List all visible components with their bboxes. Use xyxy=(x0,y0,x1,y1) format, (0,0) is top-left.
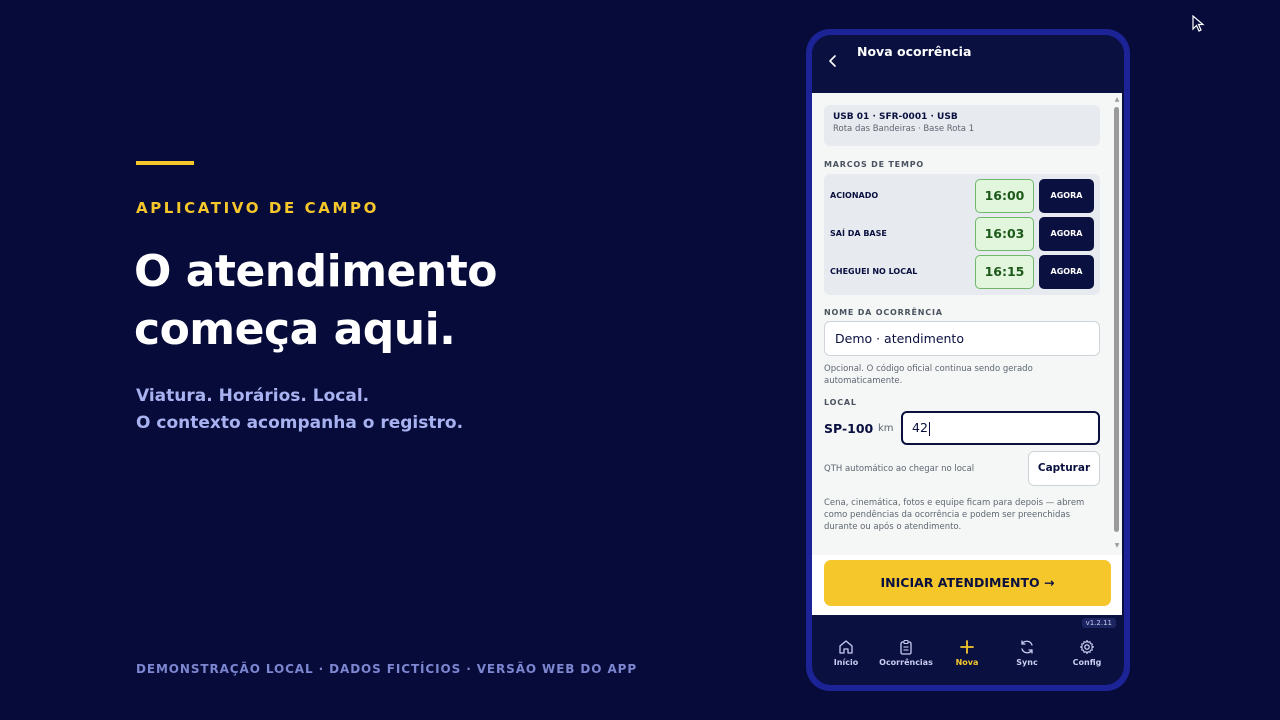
mouse-cursor-icon xyxy=(1192,15,1205,32)
phone-screen: Nova ocorrência ▲ ▼ USB 01 · SFR-0001 · … xyxy=(812,35,1124,685)
plus-icon xyxy=(960,640,974,654)
nav-item-nova[interactable]: Nova xyxy=(937,639,997,667)
back-arrow-icon[interactable] xyxy=(826,54,840,68)
location-section-label: LOCAL xyxy=(824,398,857,407)
text-caret xyxy=(928,421,930,436)
vehicle-route: Rota das Bandeiras · Base Rota 1 xyxy=(833,124,975,134)
subheadline-line-2: O contexto acompanha o registro. xyxy=(136,413,464,433)
screen-title: Nova ocorrência xyxy=(857,44,972,59)
version-badge: v1.2.11 xyxy=(1081,618,1116,628)
time-mark-label: CHEGUEI NO LOCAL xyxy=(830,267,918,276)
now-button[interactable]: AGORA xyxy=(1039,217,1094,251)
time-mark-value[interactable]: 16:03 xyxy=(975,217,1034,251)
nav-label: Início xyxy=(833,658,859,667)
time-mark-row: CHEGUEI NO LOCAL 16:15 AGORA xyxy=(824,254,1100,290)
vehicle-card: USB 01 · SFR-0001 · USB Rota das Bandeir… xyxy=(824,105,1100,146)
headline: O atendimento começa aqui. xyxy=(134,243,497,359)
clipboard-icon xyxy=(900,639,912,655)
now-button[interactable]: AGORA xyxy=(1039,255,1094,289)
nav-item-sync[interactable]: Sync xyxy=(997,639,1057,667)
sync-icon xyxy=(1021,640,1033,654)
scroll-thumb[interactable] xyxy=(1114,107,1119,532)
demo-disclaimer: DEMONSTRAÇÃO LOCAL · DADOS FICTÍCIOS · V… xyxy=(136,662,638,676)
capture-button[interactable]: Capturar xyxy=(1028,451,1100,486)
nav-label: Config xyxy=(1072,658,1102,667)
nav-label: Sync xyxy=(1016,658,1038,667)
nav-item-ocorrencias[interactable]: Ocorrências xyxy=(876,639,936,667)
km-input-value: 42 xyxy=(912,420,928,435)
occurrence-name-input[interactable]: Demo · atendimento xyxy=(824,321,1100,356)
headline-line-2: começa aqui. xyxy=(134,304,456,355)
time-mark-row: ACIONADO 16:00 AGORA xyxy=(824,178,1100,214)
app-header: Nova ocorrência xyxy=(812,35,1124,93)
time-mark-row: SAÍ DA BASE 16:03 AGORA xyxy=(824,216,1100,252)
vehicle-id: USB 01 · SFR-0001 · USB xyxy=(833,112,958,122)
time-marks-card: ACIONADO 16:00 AGORA SAÍ DA BASE 16:03 A… xyxy=(824,174,1100,295)
pending-note: Cena, cinemática, fotos e equipe ficam p… xyxy=(824,498,1085,532)
accent-bar xyxy=(136,161,194,165)
bottom-nav: Início Ocorrências Nova Sync Config xyxy=(812,635,1124,685)
nav-item-config[interactable]: Config xyxy=(1057,639,1117,667)
scroll-down-icon[interactable]: ▼ xyxy=(1114,543,1120,549)
name-section-label: NOME DA OCORRÊNCIA xyxy=(824,308,943,317)
time-mark-label: ACIONADO xyxy=(830,191,879,200)
scroll-up-icon[interactable]: ▲ xyxy=(1114,97,1120,103)
eyebrow-label: APLICATIVO DE CAMPO xyxy=(136,199,379,217)
km-input[interactable]: 42 xyxy=(901,411,1100,445)
subheadline-line-1: Viatura. Horários. Local. xyxy=(136,386,370,406)
home-icon xyxy=(839,640,853,654)
headline-line-1: O atendimento xyxy=(134,246,497,297)
road-code: SP-100 xyxy=(824,421,874,436)
subheadline: Viatura. Horários. Local. O contexto aco… xyxy=(136,383,463,437)
nav-label: Nova xyxy=(955,658,979,667)
now-button[interactable]: AGORA xyxy=(1039,179,1094,213)
gear-icon xyxy=(1079,639,1095,655)
cta-area: INICIAR ATENDIMENTO → xyxy=(812,555,1122,615)
phone-frame: Nova ocorrência ▲ ▼ USB 01 · SFR-0001 · … xyxy=(806,29,1130,691)
nav-label: Ocorrências xyxy=(879,658,933,667)
name-hint: Opcional. O código oficial continua send… xyxy=(824,364,1033,386)
time-mark-label: SAÍ DA BASE xyxy=(830,229,887,238)
time-mark-value[interactable]: 16:00 xyxy=(975,179,1034,213)
nav-item-inicio[interactable]: Início xyxy=(816,639,876,667)
time-mark-value[interactable]: 16:15 xyxy=(975,255,1034,289)
start-service-button[interactable]: INICIAR ATENDIMENTO → xyxy=(824,560,1111,606)
scrollbar[interactable]: ▲ ▼ xyxy=(1114,97,1120,549)
qth-hint: QTH automático ao chegar no local xyxy=(824,464,975,474)
km-unit: km xyxy=(878,423,894,434)
time-section-label: MARCOS DE TEMPO xyxy=(824,160,924,169)
form-content[interactable]: ▲ ▼ USB 01 · SFR-0001 · USB Rota das Ban… xyxy=(812,93,1122,555)
